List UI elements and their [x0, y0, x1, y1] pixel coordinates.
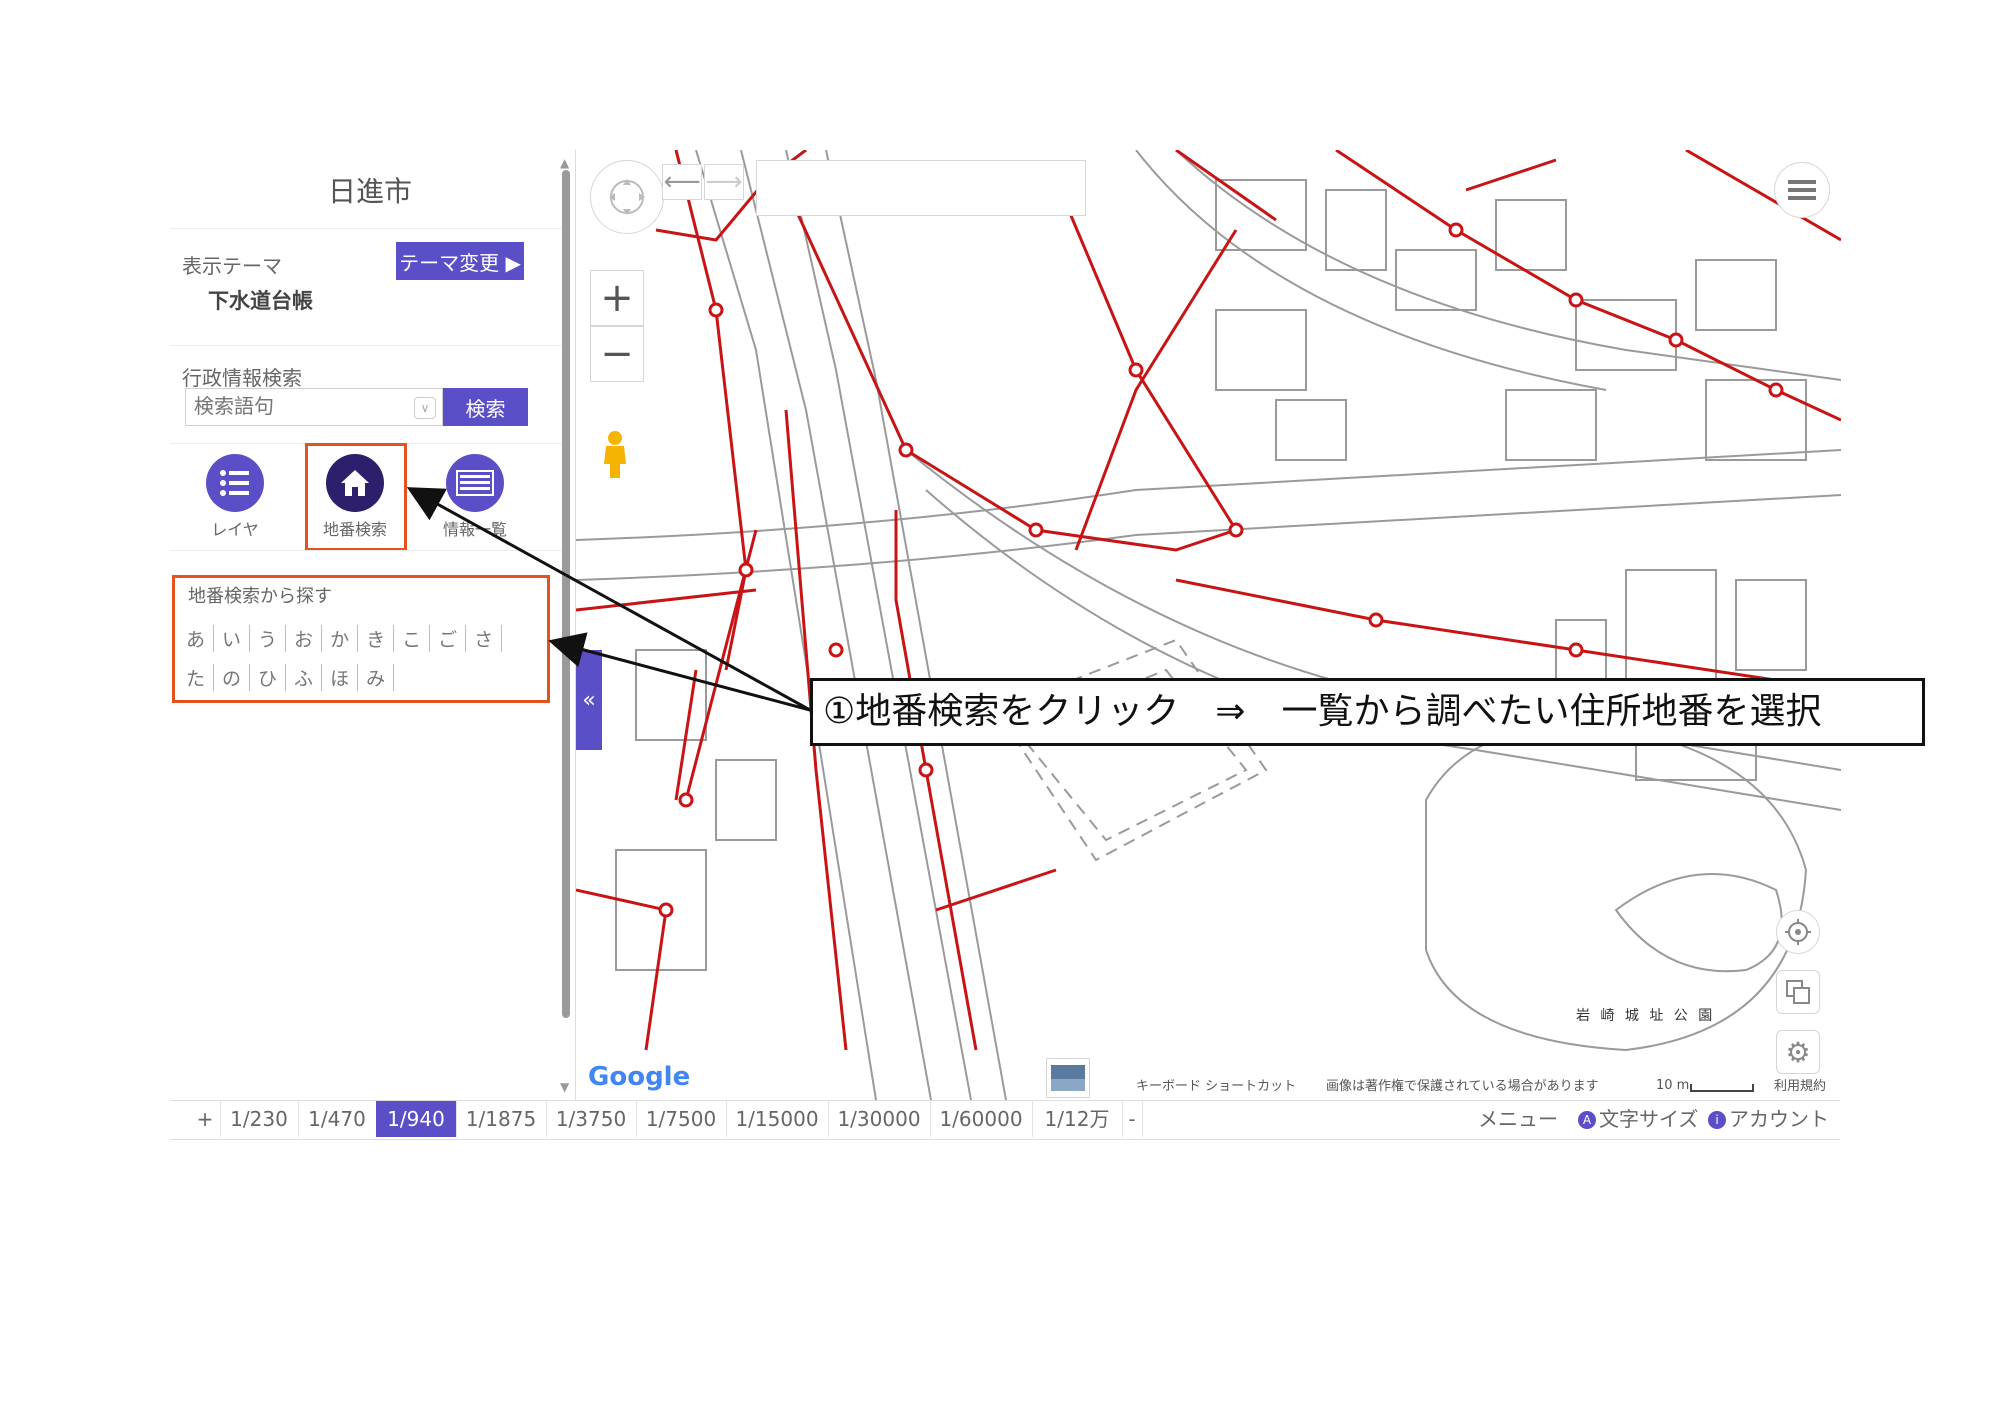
screenshot-frame: 日進市 表示テーマ テーマ変更 ▶ 下水道台帳 行政情報検索 ∨ 検索 レイヤ: [170, 150, 1925, 1140]
annotation-arrows: [406, 487, 811, 712]
instruction-callout: ①地番検索をクリック ⇒ 一覧から調べたい住所地番を選択: [810, 678, 1925, 746]
